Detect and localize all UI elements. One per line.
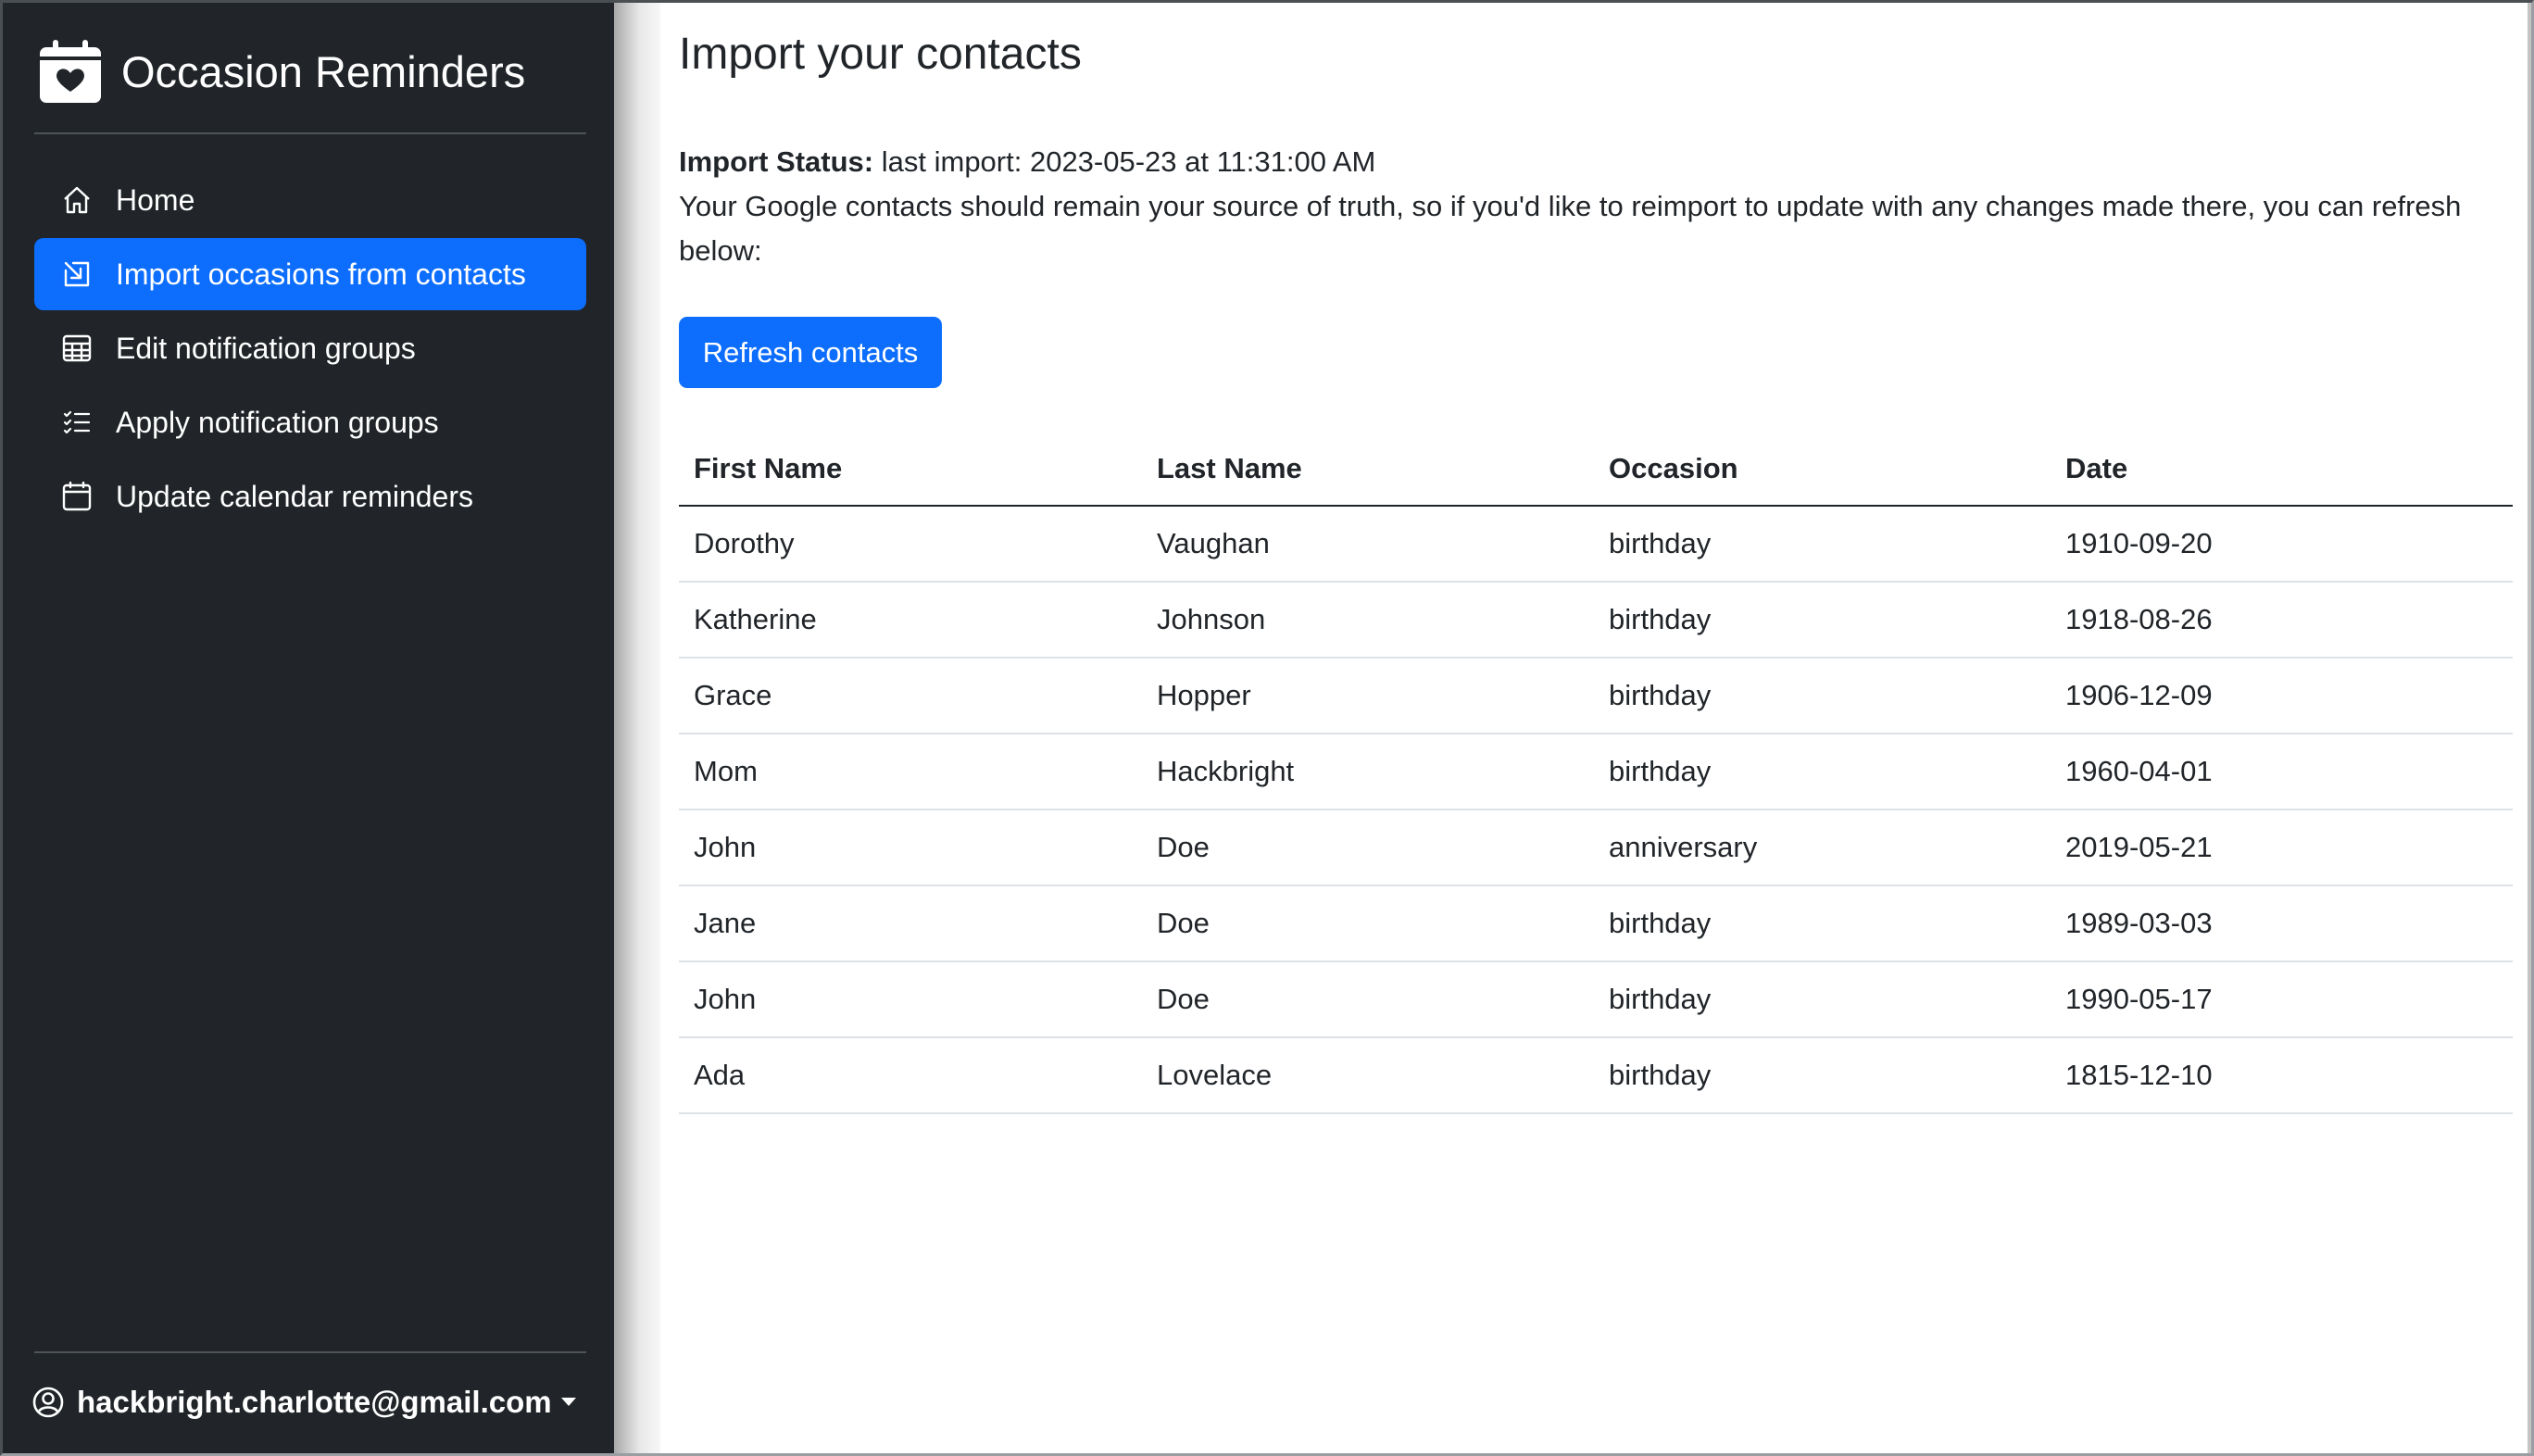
cell-date: 2019-05-21: [2051, 810, 2513, 886]
cell-last-name: Hopper: [1142, 658, 1594, 734]
column-header-occasion: Occasion: [1594, 432, 2051, 507]
cell-occasion: birthday: [1594, 506, 2051, 583]
cell-date: 1960-04-01: [2051, 734, 2513, 810]
cell-first-name: Jane: [679, 885, 1142, 962]
table-row: Dorothy Vaughan birthday 1910-09-20: [679, 506, 2513, 583]
calendar-heart-icon: [40, 40, 101, 103]
cell-occasion: birthday: [1594, 658, 2051, 734]
cell-first-name: Ada: [679, 1037, 1142, 1114]
house-icon: [64, 186, 90, 214]
main-content: Import your contacts Import Status: last…: [660, 3, 2531, 1453]
cell-date: 1815-12-10: [2051, 1037, 2513, 1114]
cell-date: 1910-09-20: [2051, 506, 2513, 583]
table-header-row: First Name Last Name Occasion Date: [679, 432, 2513, 507]
table-row: Katherine Johnson birthday 1918-08-26: [679, 582, 2513, 659]
contacts-table: First Name Last Name Occasion Date Dorot…: [679, 432, 2513, 1114]
box-arrow-in-down-right-icon: [64, 261, 90, 287]
cell-first-name: Dorothy: [679, 506, 1142, 583]
column-header-first-name: First Name: [679, 432, 1142, 507]
brand[interactable]: Occasion Reminders: [40, 38, 525, 105]
app-window: Occasion Reminders Home Import occasions…: [0, 0, 2534, 1456]
cell-first-name: John: [679, 810, 1142, 886]
cell-first-name: Katherine: [679, 582, 1142, 659]
cell-last-name: Lovelace: [1142, 1037, 1594, 1114]
app-title: Occasion Reminders: [121, 46, 526, 96]
cell-last-name: Doe: [1142, 961, 1594, 1038]
sidebar-item-label: Import occasions from contacts: [116, 257, 526, 291]
import-description: Your Google contacts should remain your …: [679, 190, 2462, 267]
sidebar-shadow: [614, 3, 660, 1453]
import-status-label: Import Status:: [679, 145, 874, 178]
sidebar-nav: Home Import occasions from contacts Edit…: [34, 164, 586, 534]
sidebar-item-apply-notification-groups[interactable]: Apply notification groups: [34, 386, 586, 458]
sidebar-item-label: Edit notification groups: [116, 331, 416, 365]
cell-date: 1990-05-17: [2051, 961, 2513, 1038]
cell-occasion: anniversary: [1594, 810, 2051, 886]
sidebar-item-label: Apply notification groups: [116, 405, 439, 439]
cell-first-name: Grace: [679, 658, 1142, 734]
column-header-last-name: Last Name: [1142, 432, 1594, 507]
table-row: Ada Lovelace birthday 1815-12-10: [679, 1037, 2513, 1114]
cell-occasion: birthday: [1594, 582, 2051, 659]
table-row: Grace Hopper birthday 1906-12-09: [679, 658, 2513, 734]
column-header-date: Date: [2051, 432, 2513, 507]
sidebar-item-home[interactable]: Home: [34, 164, 586, 236]
cell-last-name: Hackbright: [1142, 734, 1594, 810]
table-row: John Doe anniversary 2019-05-21: [679, 810, 2513, 886]
sidebar-item-import-occasions[interactable]: Import occasions from contacts: [34, 238, 586, 310]
import-status: Import Status: last import: 2023-05-23 a…: [679, 140, 2485, 273]
cell-first-name: John: [679, 961, 1142, 1038]
user-email: hackbright.charlotte@gmail.com: [77, 1385, 552, 1419]
sidebar-item-label: Home: [116, 182, 195, 217]
window-edge: [2528, 3, 2531, 1453]
sidebar-item-edit-notification-groups[interactable]: Edit notification groups: [34, 312, 586, 384]
cell-occasion: birthday: [1594, 885, 2051, 962]
cell-last-name: Vaughan: [1142, 506, 1594, 583]
table-icon: [62, 334, 92, 362]
cell-occasion: birthday: [1594, 1037, 2051, 1114]
cell-last-name: Doe: [1142, 885, 1594, 962]
sidebar-divider-top: [34, 132, 586, 134]
cell-last-name: Doe: [1142, 810, 1594, 886]
cell-last-name: Johnson: [1142, 582, 1594, 659]
cell-date: 1989-03-03: [2051, 885, 2513, 962]
cell-date: 1918-08-26: [2051, 582, 2513, 659]
cell-occasion: birthday: [1594, 734, 2051, 810]
cell-first-name: Mom: [679, 734, 1142, 810]
sidebar: Occasion Reminders Home Import occasions…: [3, 3, 614, 1453]
refresh-contacts-button[interactable]: Refresh contacts: [679, 317, 942, 388]
list-check-icon: [63, 410, 91, 434]
sidebar-item-label: Update calendar reminders: [116, 479, 473, 513]
table-row: Mom Hackbright birthday 1960-04-01: [679, 734, 2513, 810]
sidebar-divider-bottom: [34, 1351, 586, 1353]
user-menu-toggle[interactable]: hackbright.charlotte@gmail.com: [32, 1385, 576, 1420]
caret-down-icon: [560, 1398, 576, 1406]
cell-date: 1906-12-09: [2051, 658, 2513, 734]
table-row: John Doe birthday 1990-05-17: [679, 961, 2513, 1038]
sidebar-item-update-calendar-reminders[interactable]: Update calendar reminders: [34, 460, 586, 533]
calendar-icon: [62, 482, 92, 511]
page-title: Import your contacts: [679, 30, 1082, 79]
person-circle-icon: [32, 1387, 64, 1418]
table-row: Jane Doe birthday 1989-03-03: [679, 885, 2513, 962]
cell-occasion: birthday: [1594, 961, 2051, 1038]
import-status-value: last import: 2023-05-23 at 11:31:00 AM: [881, 145, 1376, 178]
